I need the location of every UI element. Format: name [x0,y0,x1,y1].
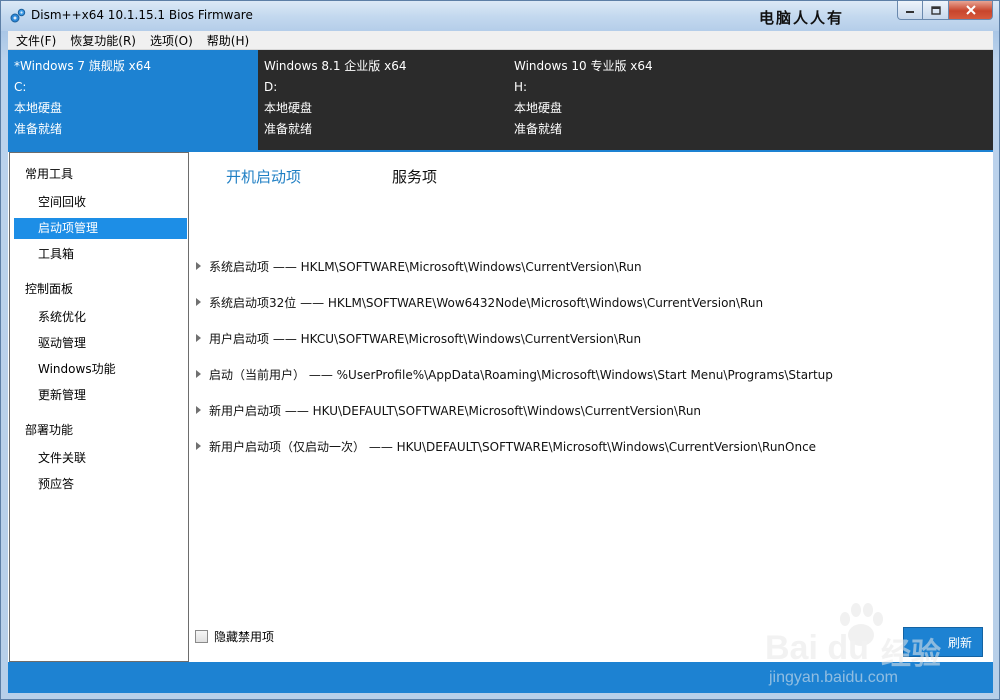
system-status: 准备就绪 [264,122,313,136]
client-area: *Windows 7 旗舰版 x64 C: 本地硬盘 准备就绪 Windows … [8,50,993,693]
close-icon [965,5,976,15]
entry-label: 系统启动项32位 —— HKLM\SOFTWARE\Wow6432Node\Mi… [209,295,764,310]
status-bar [8,662,993,693]
expand-arrow-icon [196,262,201,270]
sidebar-item-space-recovery[interactable]: 空间回收 [14,192,187,213]
window-controls [897,1,993,21]
startup-entry[interactable]: 系统启动项32位 —— HKLM\SOFTWARE\Wow6432Node\Mi… [196,292,763,312]
expand-arrow-icon [196,298,201,306]
sidebar-item-system-optimize[interactable]: 系统优化 [14,307,187,328]
menu-help[interactable]: 帮助(H) [199,32,255,49]
system-selector: *Windows 7 旗舰版 x64 C: 本地硬盘 准备就绪 Windows … [8,50,993,150]
startup-entry[interactable]: 系统启动项 —— HKLM\SOFTWARE\Microsoft\Windows… [196,256,642,276]
sidebar-item-file-association[interactable]: 文件关联 [14,448,187,469]
startup-entry[interactable]: 新用户启动项 —— HKU\DEFAULT\SOFTWARE\Microsoft… [196,400,701,420]
sidebar-item-startup-manager[interactable]: 启动项管理 [14,218,187,239]
main-panel: 开机启动项 服务项 系统启动项 —— HKLM\SOFTWARE\Microso… [190,152,993,662]
corner-watermark-text: 电脑人人有 [759,9,845,27]
entry-label: 用户启动项 —— HKCU\SOFTWARE\Microsoft\Windows… [209,331,642,346]
entry-label: 系统启动项 —— HKLM\SOFTWARE\Microsoft\Windows… [209,259,642,274]
sidebar: 常用工具 空间回收 启动项管理 工具箱 控制面板 系统优化 驱动管理 Windo… [9,152,189,662]
sidebar-item-pre-answer[interactable]: 预应答 [14,474,187,495]
menu-restore[interactable]: 恢复功能(R) [62,32,142,49]
system-drive: C: [14,80,27,94]
hide-disabled-label: 隐藏禁用项 [214,630,275,644]
system-disk-type: 本地硬盘 [264,101,313,115]
tab-startup-items[interactable]: 开机启动项 [226,166,301,187]
refresh-button[interactable]: 刷新 [903,627,983,657]
system-drive: D: [264,80,278,94]
expand-arrow-icon [196,442,201,450]
gears-icon [10,8,26,23]
system-name: Windows 8.1 企业版 x64 [264,59,407,73]
menu-file[interactable]: 文件(F) [8,32,62,49]
window-title: Dism++x64 10.1.15.1 Bios Firmware [31,8,253,22]
maximize-icon [930,5,941,15]
sidebar-item-driver-manager[interactable]: 驱动管理 [14,333,187,354]
hide-disabled-option[interactable]: 隐藏禁用项 [195,628,274,645]
expand-arrow-icon [196,334,201,342]
entry-label: 启动（当前用户） —— %UserProfile%\AppData\Roamin… [209,367,833,382]
sidebar-item-toolbox[interactable]: 工具箱 [14,244,187,265]
system-card-win10[interactable]: Windows 10 专业版 x64 H: 本地硬盘 准备就绪 [508,50,758,150]
close-button[interactable] [949,1,993,20]
startup-entry[interactable]: 启动（当前用户） —— %UserProfile%\AppData\Roamin… [196,364,833,384]
sidebar-group-deployment: 部署功能 [25,423,74,437]
entry-label: 新用户启动项（仅启动一次） —— HKU\DEFAULT\SOFTWARE\Mi… [209,439,817,454]
hide-disabled-checkbox[interactable] [195,630,208,643]
title-bar[interactable]: Dism++x64 10.1.15.1 Bios Firmware 电脑人人有 [1,1,999,31]
system-card-win7[interactable]: *Windows 7 旗舰版 x64 C: 本地硬盘 准备就绪 [8,50,258,150]
entry-label: 新用户启动项 —— HKU\DEFAULT\SOFTWARE\Microsoft… [209,403,702,418]
system-name: *Windows 7 旗舰版 x64 [14,59,152,73]
sidebar-group-control-panel: 控制面板 [25,282,74,296]
sidebar-group-common-tools: 常用工具 [25,167,74,181]
system-disk-type: 本地硬盘 [14,101,63,115]
expand-arrow-icon [196,406,201,414]
maximize-button[interactable] [923,1,949,20]
tab-services[interactable]: 服务项 [392,166,437,187]
system-name: Windows 10 专业版 x64 [514,59,653,73]
startup-entry[interactable]: 用户启动项 —— HKCU\SOFTWARE\Microsoft\Windows… [196,328,641,348]
menu-bar: 文件(F) 恢复功能(R) 选项(O) 帮助(H) [8,31,993,50]
startup-entry[interactable]: 新用户启动项（仅启动一次） —— HKU\DEFAULT\SOFTWARE\Mi… [196,436,816,456]
minimize-button[interactable] [897,1,923,20]
refresh-label: 刷新 [947,635,972,650]
system-drive: H: [514,80,528,94]
system-disk-type: 本地硬盘 [514,101,563,115]
system-status: 准备就绪 [14,122,63,136]
sidebar-item-windows-features[interactable]: Windows功能 [14,359,187,380]
system-card-win81[interactable]: Windows 8.1 企业版 x64 D: 本地硬盘 准备就绪 [258,50,508,150]
system-status: 准备就绪 [514,122,563,136]
app-window: Dism++x64 10.1.15.1 Bios Firmware 电脑人人有 … [0,0,1000,700]
menu-options[interactable]: 选项(O) [142,32,199,49]
expand-arrow-icon [196,370,201,378]
minimize-icon [906,11,914,13]
sidebar-item-update-manager[interactable]: 更新管理 [14,385,187,406]
